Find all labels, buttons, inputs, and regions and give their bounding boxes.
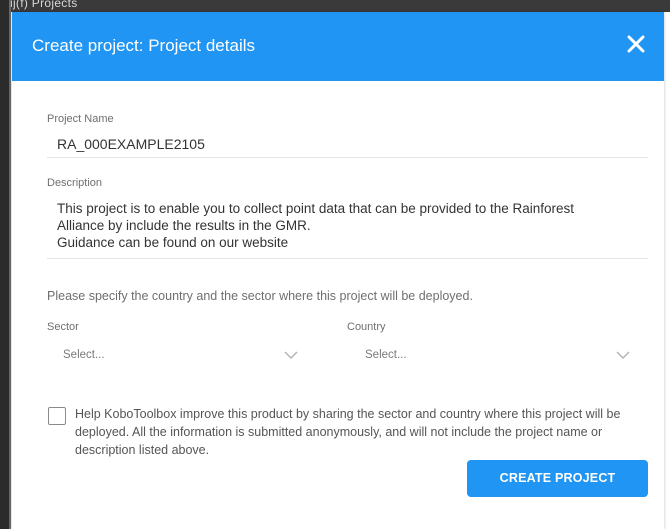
- chevron-down-icon: [284, 351, 298, 360]
- project-name-label: Project Name: [47, 113, 114, 125]
- description-line: Alliance by include the results in the G…: [57, 218, 311, 233]
- create-project-modal: Create project: Project details Project …: [12, 12, 664, 529]
- project-name-input[interactable]: RA_000EXAMPLE2105: [57, 136, 205, 152]
- sector-label: Sector: [47, 321, 79, 333]
- description-underline: [47, 258, 648, 259]
- modal-title: Create project: Project details: [32, 36, 255, 55]
- chevron-down-icon: [616, 351, 630, 360]
- description-label: Description: [47, 177, 103, 189]
- background-left-divider: [9, 0, 11, 529]
- consent-checkbox[interactable]: [48, 407, 66, 425]
- country-select[interactable]: Select...: [347, 343, 638, 367]
- close-button[interactable]: [622, 30, 650, 58]
- background-partial-title: ij(f) Projects: [10, 0, 78, 10]
- create-project-button[interactable]: CREATE PROJECT: [467, 460, 648, 497]
- project-name-underline: [47, 157, 648, 158]
- background-app-bar: ij(f) Projects: [0, 0, 670, 12]
- close-icon: [627, 35, 645, 53]
- modal-header: Create project: Project details: [12, 12, 664, 81]
- consent-label: Help KoboToolbox improve this product by…: [75, 407, 621, 457]
- description-line: Guidance can be found on our website: [57, 235, 289, 250]
- country-label: Country: [347, 321, 386, 333]
- sector-select-placeholder: Select...: [63, 349, 105, 361]
- country-select-placeholder: Select...: [365, 349, 407, 361]
- sector-select[interactable]: Select...: [47, 343, 307, 367]
- description-line: This project is to enable you to collect…: [57, 201, 575, 216]
- deployment-hint: Please specify the country and the secto…: [47, 289, 473, 303]
